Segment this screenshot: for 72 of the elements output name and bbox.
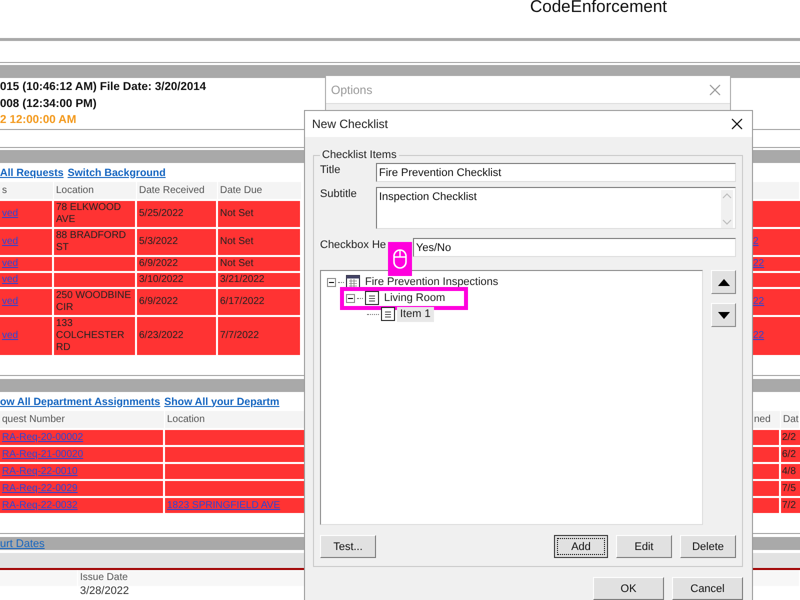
document-icon [381, 307, 395, 321]
link[interactable]: Show All your Departm [164, 396, 280, 408]
button[interactable]: Cancel [672, 577, 743, 600]
table-cell [752, 445, 781, 462]
up-arrow-icon [718, 278, 730, 286]
table-cell [752, 462, 781, 479]
field-label: Subtitle [320, 187, 358, 201]
collapse-icon[interactable] [327, 278, 336, 286]
button[interactable]: Edit [616, 535, 672, 558]
table-cell: 6/9/2022 [137, 287, 218, 315]
tree-item[interactable]: Item 1 [397, 306, 434, 322]
column-header: quest Number [0, 411, 165, 428]
column-header: Location [54, 182, 137, 199]
input-field[interactable]: Fire Prevention Checklist [376, 163, 736, 182]
column-header: ned [752, 411, 781, 428]
close-icon[interactable] [730, 117, 744, 131]
down-arrow-icon [718, 312, 730, 318]
collapse-icon[interactable] [346, 294, 355, 302]
window-title: New Checklist [312, 117, 388, 131]
table-cell: 250 WOODBINE CIR [54, 287, 137, 315]
app-title: CodeEnforcement [530, 0, 668, 14]
link[interactable]: Switch Background [68, 166, 166, 178]
column-header: s [0, 182, 54, 199]
button[interactable]: Delete [680, 535, 736, 558]
field-label: Title [320, 163, 342, 177]
document-icon [365, 291, 379, 305]
info-text: 015 (10:46:12 AM) File Date: 3/20/2014 [0, 80, 206, 95]
info-text: 2 12:00:00 AM [0, 113, 76, 128]
link[interactable]: All Requests [0, 166, 64, 178]
text-area[interactable]: Inspection Checklist [376, 187, 736, 229]
table-cell: 6/23/2022 [137, 315, 218, 355]
table-cell: 133 COLCHESTER RD [54, 315, 137, 355]
table-cell [752, 428, 781, 445]
table-cell: 5/25/2022 [137, 199, 218, 227]
table-cell-text: 3/28/2022 [79, 586, 129, 597]
table-cell [752, 479, 781, 496]
link[interactable]: ow All Department Assignments [0, 396, 160, 408]
field-label: Checkbox He [320, 238, 388, 252]
tree-item[interactable]: Living Room [381, 290, 448, 306]
table-cell: 6/17/2022 [218, 287, 302, 315]
column-header: Date Received [137, 182, 218, 199]
info-text: 008 (12:34:00 PM) [0, 96, 97, 112]
group-title: Checklist Items [321, 149, 398, 161]
table-cell: 7/7/2022 [218, 315, 302, 355]
move-down-button[interactable] [711, 303, 736, 327]
table-cell: 5/3/2022 [137, 227, 218, 255]
table-cell: 7/5 [781, 479, 800, 496]
table-cell: 6/9/2022 [137, 255, 218, 271]
table-cell: 78 ELKWOOD AVE [54, 199, 137, 227]
table-cell: Not Set [218, 227, 302, 255]
table-cell: Not Set [218, 199, 302, 227]
table-cell: 3/10/2022 [137, 271, 218, 287]
tree-item[interactable]: Fire Prevention Inspections [362, 274, 502, 290]
column-header: Dat [781, 411, 800, 428]
table-cell: Not Set [218, 255, 302, 271]
table-cell: 7/2 [781, 496, 800, 513]
button[interactable]: Test... [320, 535, 376, 558]
table-cell: 88 BRADFORD ST [54, 227, 137, 255]
window-title: Options [331, 82, 372, 96]
grid-icon [346, 275, 360, 289]
table-cell: 2/2 [781, 428, 800, 445]
table-cell: 6/2 [781, 445, 800, 462]
mouse-icon [388, 242, 412, 276]
table-cell: 3/21/2022 [218, 271, 302, 287]
button[interactable]: Add [554, 535, 608, 558]
table-cell: 4/8 [781, 462, 800, 479]
tree-view[interactable]: Fire Prevention Inspections Living Room Item 1 [320, 270, 703, 525]
input-field[interactable]: Yes/No [413, 238, 736, 257]
table-cell [752, 496, 781, 513]
move-up-button[interactable] [711, 270, 736, 294]
column-header: Date Due [218, 182, 302, 199]
button[interactable]: OK [593, 577, 664, 600]
